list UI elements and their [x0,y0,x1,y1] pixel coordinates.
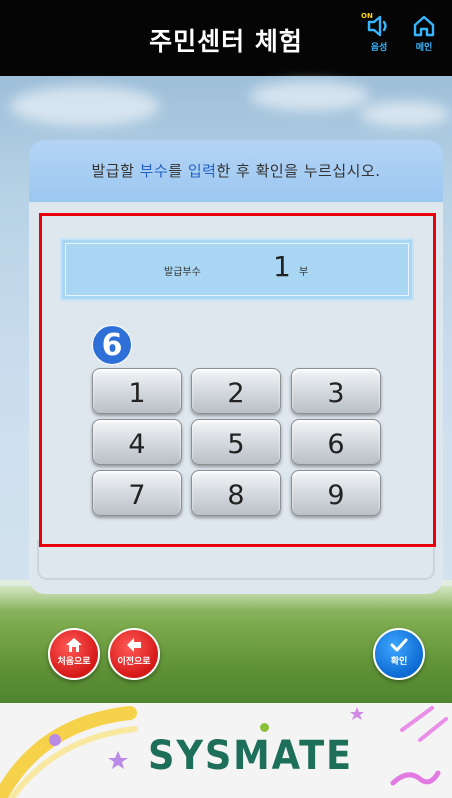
confirm-label: 확인 [390,657,408,667]
main-menu-button[interactable]: 메인 [406,14,442,64]
previous-button[interactable]: 이전으로 [108,628,160,680]
app-header: 주민센터 체험 ON 음성 메인 [0,0,452,76]
voice-state-badge: ON [361,12,373,20]
check-icon [390,638,408,652]
sysmate-logo: SYSMATE [148,733,354,779]
instruction-text: 발급할 부수를 입력한 후 확인을 누르십시오. [91,162,381,180]
first-page-button[interactable]: 처음으로 [48,628,100,680]
focus-highlight-box [39,213,436,547]
logo-dot-icon [260,723,269,732]
home-icon [413,15,435,37]
arrow-left-icon [127,638,141,652]
kiosk-screen: 주민센터 체험 ON 음성 메인 발급할 부수를 입력한 후 확인을 누르십시오… [0,0,452,798]
voice-label: 음성 [370,43,388,53]
home-label: 메인 [415,43,433,53]
home-icon [66,638,82,652]
voice-toggle-button[interactable]: ON 음성 [361,12,397,64]
instruction-banner: 발급할 부수를 입력한 후 확인을 누르십시오. [29,140,443,202]
first-page-label: 처음으로 [57,657,91,667]
footer-banner: SYSMATE [0,703,452,798]
previous-label: 이전으로 [117,657,151,667]
confirm-button[interactable]: 확인 [373,628,425,680]
